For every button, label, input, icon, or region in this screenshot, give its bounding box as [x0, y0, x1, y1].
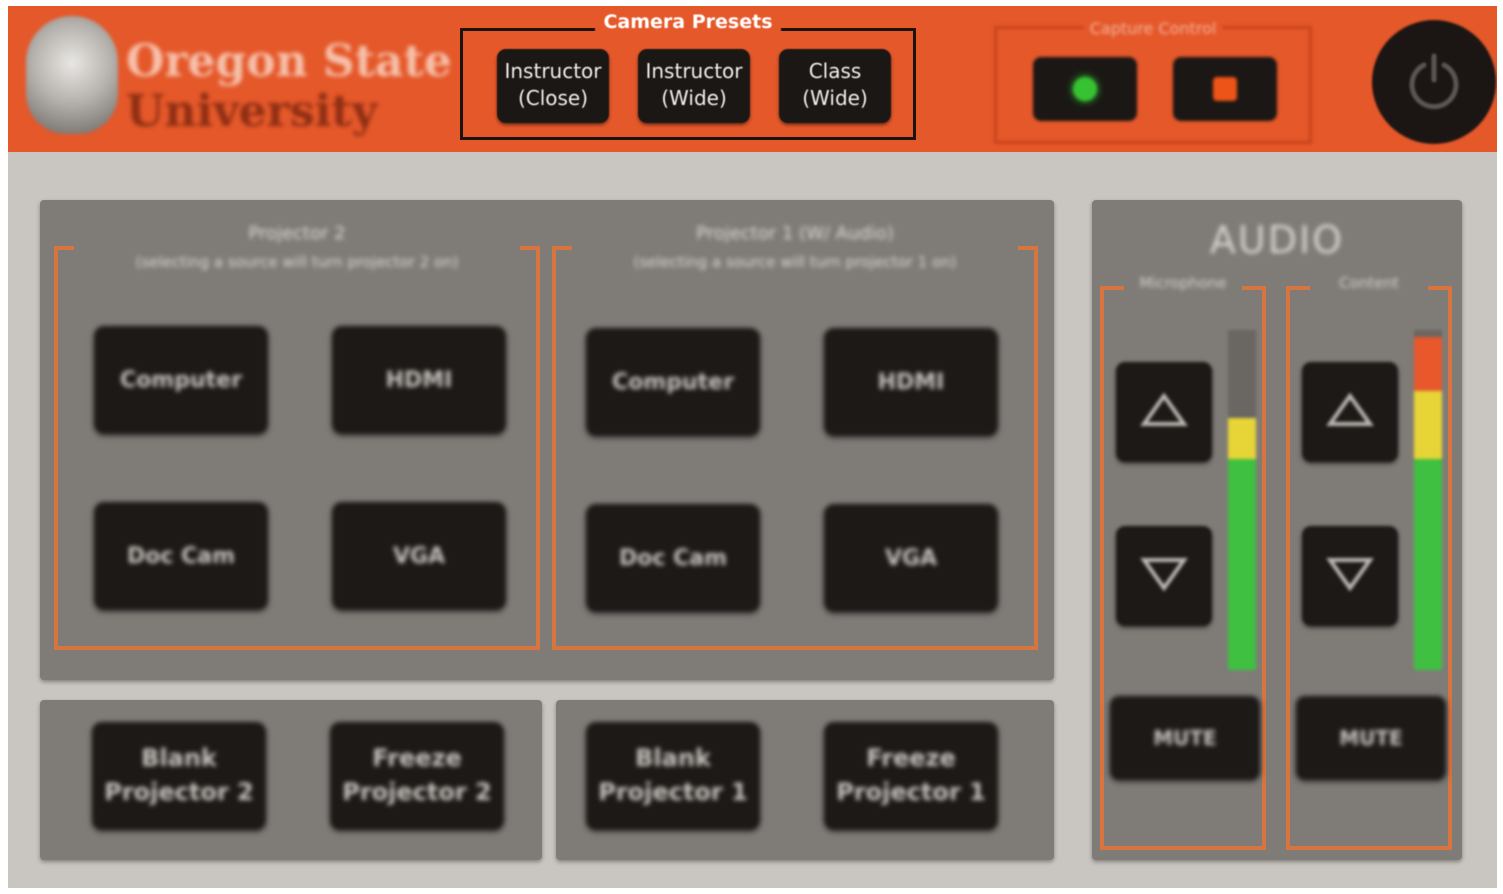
freeze-projector1-button[interactable]: Freeze Projector 1: [824, 722, 998, 830]
camera-presets-group: Camera Presets Instructor (Close) Instru…: [460, 11, 916, 140]
preset-label-line2: (Wide): [802, 86, 868, 110]
projector1-blank-freeze-panel: Blank Projector 1 Freeze Projector 1: [556, 700, 1054, 860]
preset-instructor-close-button[interactable]: Instructor (Close): [497, 49, 609, 123]
preset-label-line1: Class: [808, 59, 862, 83]
audio-title: AUDIO: [1209, 218, 1345, 262]
projector2-vga-button[interactable]: VGA: [332, 502, 506, 610]
preset-instructor-wide-button[interactable]: Instructor (Wide): [638, 49, 750, 123]
preset-label-line2: (Close): [517, 86, 589, 110]
projector2-group: Computer HDMI Doc Cam VGA: [54, 246, 540, 650]
projector2-computer-button[interactable]: Computer: [94, 326, 268, 434]
triangle-down-icon: [1140, 558, 1188, 592]
audio-panel: AUDIO Microphone MUTE Content MUTE: [1092, 200, 1462, 860]
capture-stop-button[interactable]: [1173, 57, 1277, 121]
projector-sources-panel: Projector 2 (selecting a source will tur…: [40, 200, 1054, 680]
power-button[interactable]: [1372, 20, 1496, 144]
stop-square-icon: [1213, 77, 1237, 101]
microphone-volume-down-button[interactable]: [1116, 526, 1212, 626]
content-level-fill: [1414, 337, 1442, 670]
content-channel: MUTE: [1286, 286, 1452, 850]
touch-panel: Oregon State University Camera Presets I…: [8, 6, 1497, 888]
microphone-mute-button[interactable]: MUTE: [1110, 696, 1260, 780]
microphone-volume-up-button[interactable]: [1116, 362, 1212, 462]
preset-label-line1: Instructor: [504, 59, 602, 83]
projector1-doc-cam-button[interactable]: Doc Cam: [586, 504, 760, 612]
capture-control-group: Capture Control: [994, 19, 1312, 144]
content-volume-up-button[interactable]: [1302, 362, 1398, 462]
preset-label-line2: (Wide): [661, 86, 727, 110]
preset-label-line1: Instructor: [645, 59, 743, 83]
blank-projector2-button[interactable]: Blank Projector 2: [92, 722, 266, 830]
logo-line-1: Oregon State: [126, 36, 452, 87]
logo-line-2: University: [126, 86, 378, 137]
microphone-level-meter: [1228, 330, 1256, 670]
projector2-hdmi-button[interactable]: HDMI: [332, 326, 506, 434]
triangle-up-icon: [1140, 392, 1188, 426]
triangle-down-icon: [1326, 558, 1374, 592]
projector2-doc-cam-button[interactable]: Doc Cam: [94, 502, 268, 610]
header-bar: Oregon State University Camera Presets I…: [8, 6, 1497, 152]
projector1-hdmi-button[interactable]: HDMI: [824, 328, 998, 436]
microphone-level-fill: [1228, 418, 1256, 670]
freeze-projector2-button[interactable]: Freeze Projector 2: [330, 722, 504, 830]
university-seal-icon: [26, 16, 118, 134]
content-mute-button[interactable]: MUTE: [1296, 696, 1446, 780]
blank-projector1-button[interactable]: Blank Projector 1: [586, 722, 760, 830]
projector1-group: Computer HDMI Doc Cam VGA: [552, 246, 1038, 650]
projector1-vga-button[interactable]: VGA: [824, 504, 998, 612]
content-volume-down-button[interactable]: [1302, 526, 1398, 626]
record-led-icon: [1073, 77, 1097, 101]
capture-control-title: Capture Control: [1083, 19, 1223, 38]
projector1-computer-button[interactable]: Computer: [586, 328, 760, 436]
triangle-up-icon: [1326, 392, 1374, 426]
preset-class-wide-button[interactable]: Class (Wide): [779, 49, 891, 123]
content-level-meter: [1414, 330, 1442, 670]
microphone-channel: MUTE: [1100, 286, 1266, 850]
power-icon: [1409, 53, 1459, 110]
capture-record-button[interactable]: [1033, 57, 1137, 121]
camera-presets-title: Camera Presets: [595, 11, 781, 33]
projector2-blank-freeze-panel: Blank Projector 2 Freeze Projector 2: [40, 700, 542, 860]
